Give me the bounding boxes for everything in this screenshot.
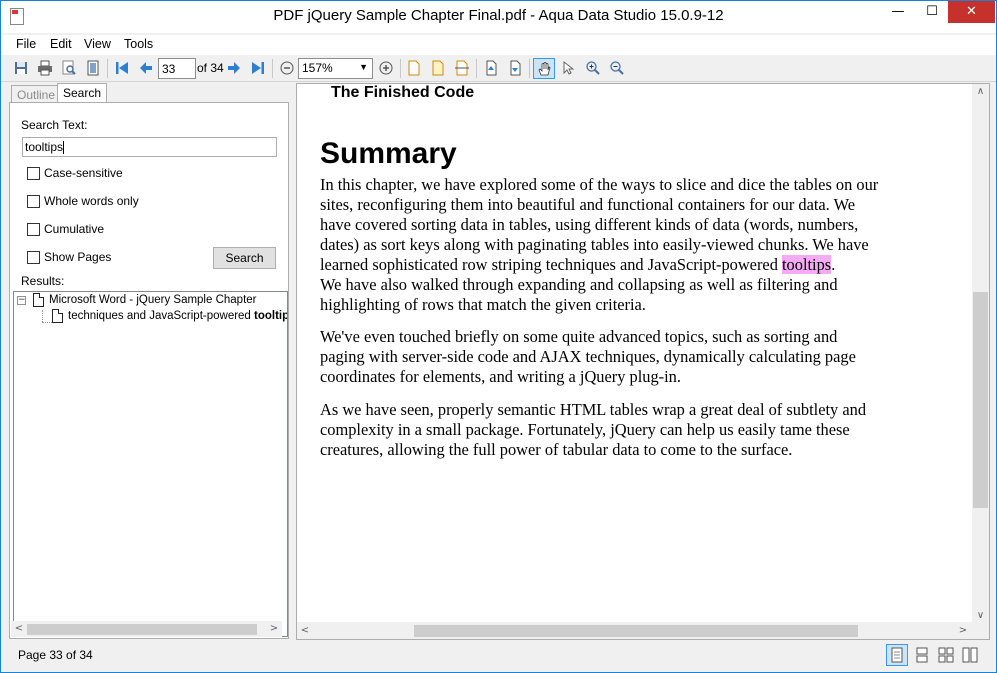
- case-sensitive-label: Case-sensitive: [44, 166, 123, 180]
- fit-page-icon[interactable]: [429, 59, 447, 77]
- page-status: Page 33 of 34: [18, 648, 93, 662]
- facing-view-icon[interactable]: [935, 644, 957, 666]
- tab-outline[interactable]: Outline: [11, 85, 62, 102]
- document-icon: [33, 293, 44, 307]
- facing-continuous-view-icon[interactable]: [959, 644, 981, 666]
- rotate-left-icon[interactable]: [482, 59, 500, 77]
- page-count-label: of 34: [197, 61, 224, 75]
- page-number-input[interactable]: [158, 58, 196, 79]
- cumulative-checkbox[interactable]: [27, 223, 40, 236]
- previous-page-icon[interactable]: [137, 59, 155, 77]
- doc-scroll-left-icon[interactable]: <: [297, 622, 313, 639]
- tree-item-root[interactable]: Microsoft Word - jQuery Sample Chapter: [49, 294, 257, 306]
- zoom-value: 157%: [302, 61, 333, 75]
- zoom-in-circle-icon[interactable]: [377, 59, 395, 77]
- show-pages-checkbox[interactable]: [27, 251, 40, 264]
- menu-tools[interactable]: Tools: [124, 37, 153, 51]
- search-highlight: tooltips: [782, 255, 832, 274]
- whole-words-label: Whole words only: [44, 194, 139, 208]
- continuous-view-icon[interactable]: [911, 644, 933, 666]
- paragraph-1: In this chapter, we have explored some o…: [320, 175, 879, 314]
- toolbar: of 34 157% ▼: [1, 55, 996, 82]
- paragraph-3: As we have seen, properly semantic HTML …: [320, 400, 867, 459]
- results-horizontal-scrollbar[interactable]: < >: [11, 621, 282, 637]
- minimize-button[interactable]: —: [883, 1, 913, 23]
- scroll-thumb[interactable]: [27, 624, 257, 635]
- page-setup-icon[interactable]: [84, 59, 102, 77]
- save-icon[interactable]: [12, 59, 30, 77]
- page-icon: [52, 309, 63, 323]
- results-tree: − Microsoft Word - jQuery Sample Chapter…: [13, 291, 288, 637]
- show-pages-label: Show Pages: [44, 250, 112, 264]
- search-button[interactable]: Search: [213, 247, 276, 269]
- whole-words-checkbox[interactable]: [27, 195, 40, 208]
- print-icon[interactable]: [36, 59, 54, 77]
- match-term: tooltips: [254, 310, 287, 322]
- tree-item-match[interactable]: techniques and JavaScript-powered toolti…: [68, 310, 287, 322]
- next-page-icon[interactable]: [225, 59, 243, 77]
- vertical-scrollbar[interactable]: ∧ ∨: [972, 84, 989, 624]
- print-preview-icon[interactable]: [60, 59, 78, 77]
- horizontal-scrollbar[interactable]: < >: [297, 622, 973, 639]
- menu-file[interactable]: File: [16, 37, 36, 51]
- close-button[interactable]: ✕: [948, 1, 995, 23]
- first-page-icon[interactable]: [113, 59, 131, 77]
- summary-heading: Summary: [320, 137, 457, 170]
- fit-width-icon[interactable]: [453, 59, 471, 77]
- search-value: tooltips: [25, 140, 64, 154]
- zoom-out-icon[interactable]: [608, 59, 626, 77]
- tab-search[interactable]: Search: [57, 83, 108, 102]
- section-heading: The Finished Code: [331, 84, 475, 101]
- vertical-scroll-thumb[interactable]: [973, 292, 988, 508]
- menu-bar: File Edit View Tools: [1, 35, 996, 55]
- search-tab-body: Search Text: tooltips Case-sensitive Who…: [9, 102, 289, 639]
- app-window: PDF jQuery Sample Chapter Final.pdf - Aq…: [0, 0, 997, 673]
- pdf-viewer: The Finished Code Summary In this chapte…: [296, 83, 990, 640]
- scroll-up-icon[interactable]: ∧: [972, 84, 989, 100]
- window-title: PDF jQuery Sample Chapter Final.pdf - Aq…: [273, 7, 724, 24]
- zoom-select[interactable]: 157% ▼: [298, 58, 373, 79]
- actual-size-icon[interactable]: [405, 59, 423, 77]
- menu-edit[interactable]: Edit: [50, 37, 72, 51]
- paragraph-2: We've even touched briefly on some quite…: [320, 327, 856, 386]
- search-panel: Outline Search Search Text: tooltips Cas…: [9, 83, 289, 639]
- match-context: techniques and JavaScript-powered: [68, 310, 255, 322]
- collapse-icon[interactable]: −: [17, 296, 26, 305]
- maximize-button[interactable]: ☐: [917, 1, 947, 23]
- scroll-left-icon[interactable]: <: [11, 621, 27, 637]
- rotate-right-icon[interactable]: [506, 59, 524, 77]
- zoom-out-circle-icon[interactable]: [278, 59, 296, 77]
- single-page-view-icon[interactable]: [886, 644, 908, 666]
- horizontal-scroll-thumb[interactable]: [414, 625, 858, 637]
- title-bar: PDF jQuery Sample Chapter Final.pdf - Aq…: [1, 1, 996, 33]
- last-page-icon[interactable]: [249, 59, 267, 77]
- hand-tool-icon[interactable]: [533, 58, 555, 79]
- cumulative-label: Cumulative: [44, 222, 105, 236]
- results-label: Results:: [21, 274, 65, 288]
- select-text-icon[interactable]: [560, 59, 578, 77]
- search-text-label: Search Text:: [21, 118, 88, 132]
- status-bar: Page 33 of 34: [1, 642, 996, 672]
- chevron-down-icon: ▼: [359, 62, 368, 72]
- doc-scroll-right-icon[interactable]: >: [955, 622, 971, 639]
- menu-view[interactable]: View: [84, 37, 111, 51]
- pdf-page: The Finished Code Summary In this chapte…: [297, 84, 973, 624]
- zoom-in-icon[interactable]: [584, 59, 602, 77]
- search-input[interactable]: tooltips: [22, 137, 277, 157]
- case-sensitive-checkbox[interactable]: [27, 167, 40, 180]
- scroll-right-icon[interactable]: >: [266, 621, 282, 637]
